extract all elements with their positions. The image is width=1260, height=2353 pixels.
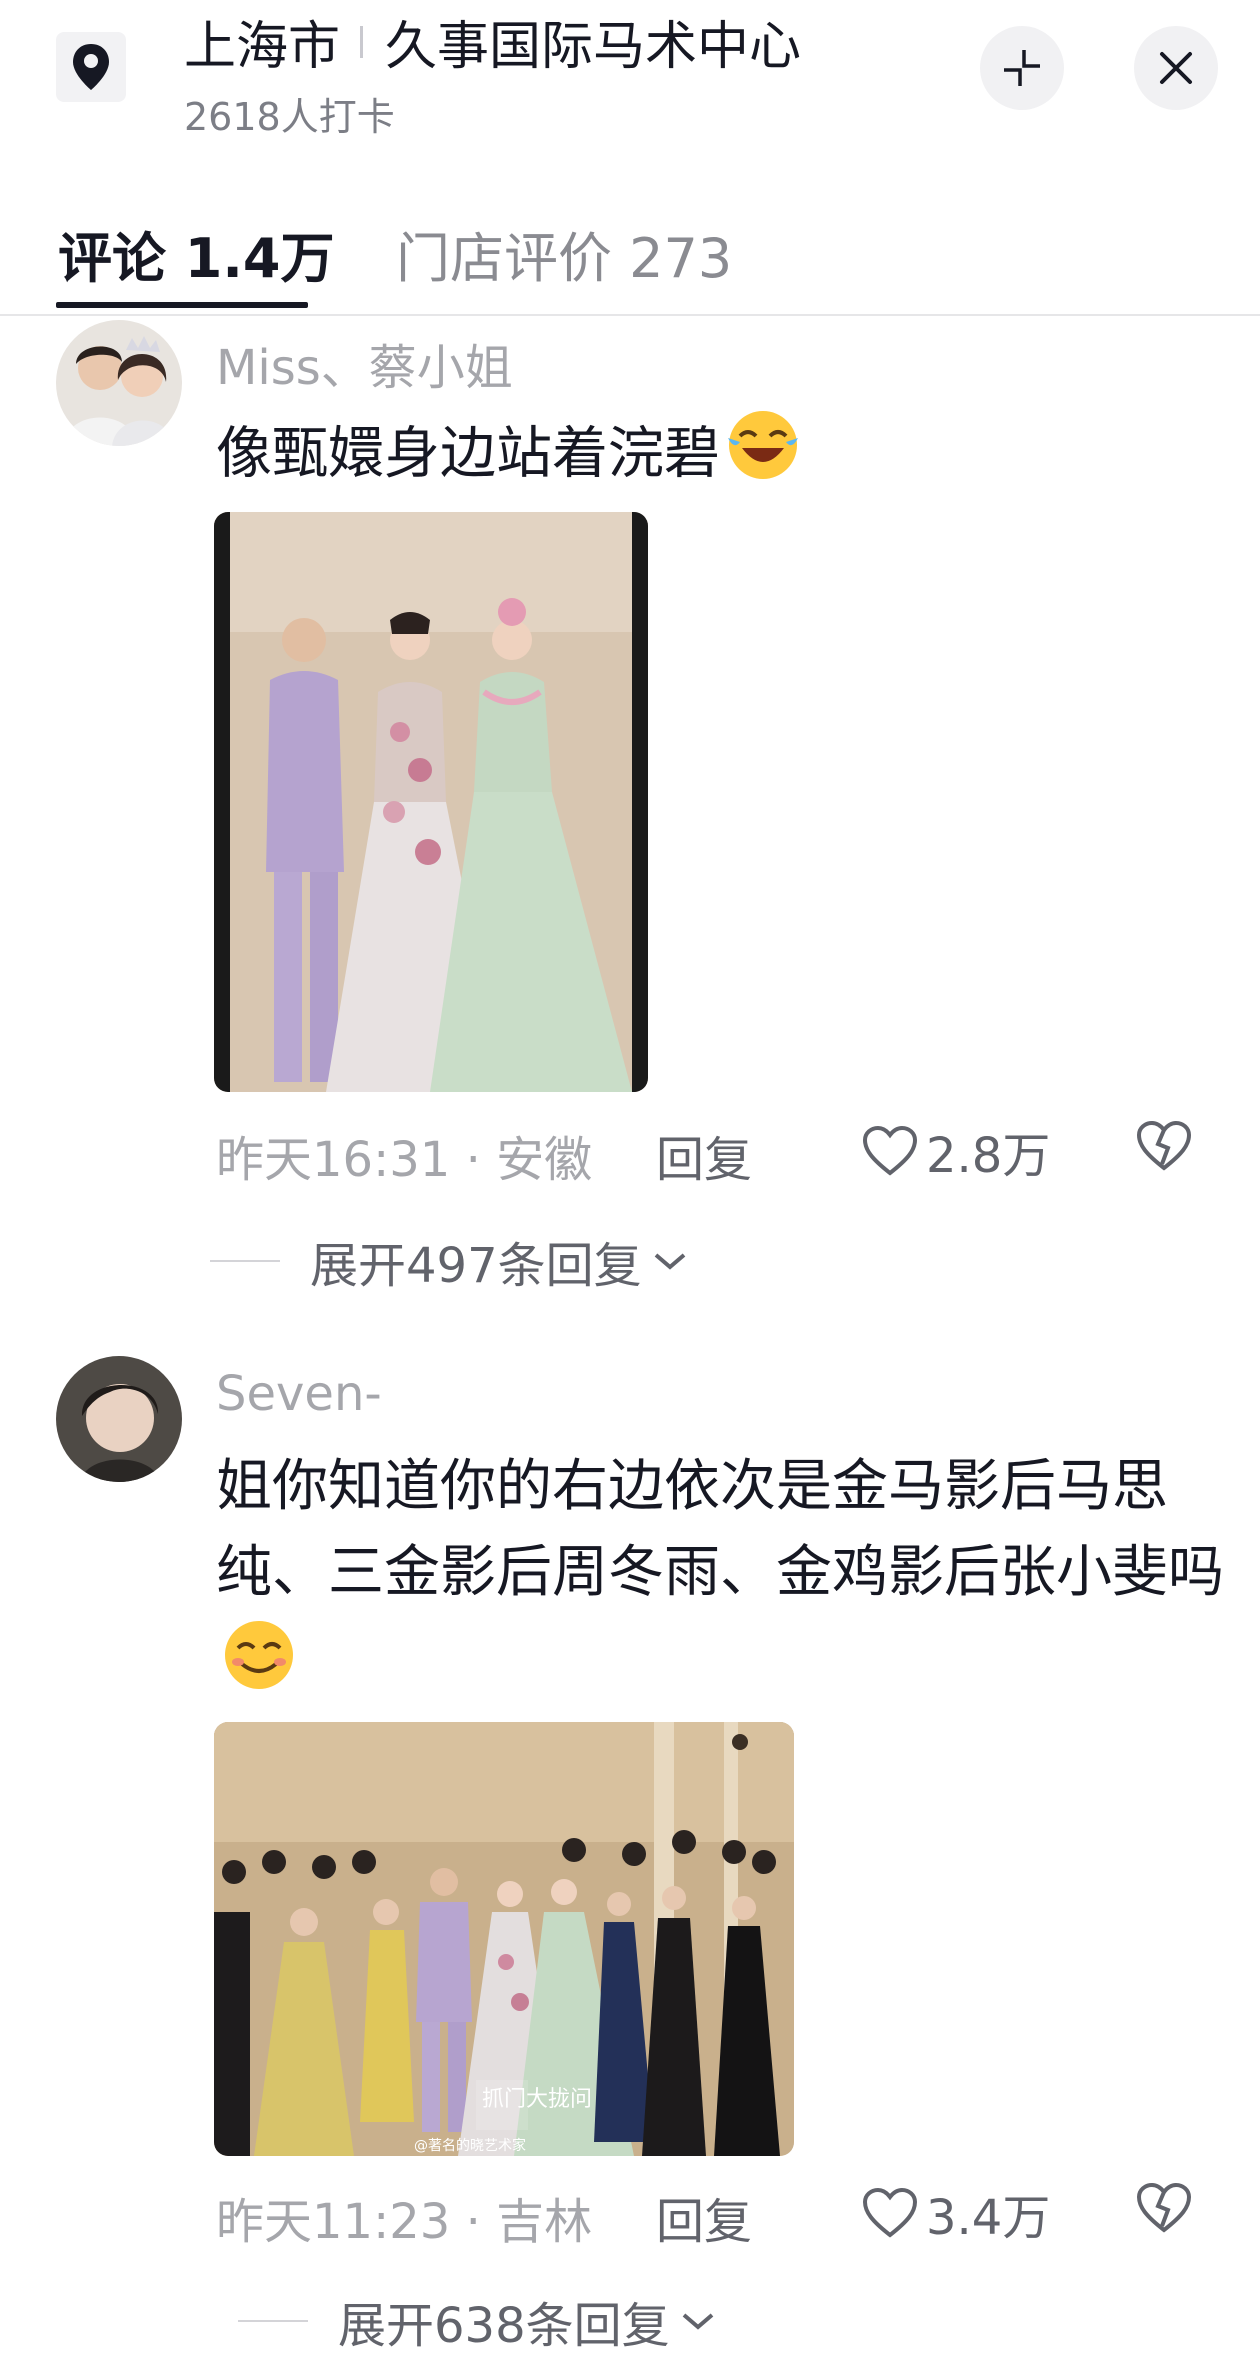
poi-title[interactable]: 上海市 久事国际马术中心: [184, 4, 801, 79]
venue-name: 久事国际马术中心: [385, 17, 802, 77]
divider-dash: [238, 2320, 308, 2322]
laughing-tears-emoji: [724, 406, 802, 509]
tab-store-reviews[interactable]: 门店评价 273: [396, 214, 732, 293]
collapse-icon: [1004, 50, 1040, 86]
comment-text: 像甄嬛身边站着浣碧: [216, 406, 1256, 509]
location-pin-icon[interactable]: [56, 32, 126, 102]
expand-replies[interactable]: 展开638条回复: [238, 2286, 716, 2353]
close-icon: [1160, 52, 1192, 84]
heart-icon: [862, 2187, 918, 2238]
dislike-button[interactable]: [1136, 1120, 1192, 1176]
comment-meta: 昨天16:31 · 安徽: [216, 1132, 593, 1188]
expand-replies-label: 展开497条回复: [310, 1238, 642, 1294]
tab-comments[interactable]: 评论 1.4万: [58, 214, 334, 293]
comment-body: 姐你知道你的右边依次是金马影后马思纯、三金影后周冬雨、金鸡影后张小斐吗: [216, 1454, 1224, 1605]
dislike-button[interactable]: [1136, 2182, 1192, 2238]
photo-watermark: @著名的晓艺术家: [414, 2137, 526, 2154]
comment-text: 姐你知道你的右边依次是金马影后马思纯、三金影后周冬雨、金鸡影后张小斐吗: [216, 1444, 1256, 1719]
like-button[interactable]: 3.4万: [862, 2178, 1050, 2248]
like-count: 3.4万: [926, 2190, 1051, 2246]
active-tab-indicator: [56, 302, 308, 308]
divider-dash: [210, 1260, 280, 1262]
photo-logo: 抓门大拢问: [482, 2087, 592, 2112]
comment-body: 像甄嬛身边站着浣碧: [216, 421, 720, 487]
comment-photo[interactable]: [214, 512, 648, 1092]
comment-photo[interactable]: 抓门大拢问 @著名的晓艺术家: [214, 1722, 794, 2156]
chevron-down-icon: [654, 1253, 685, 1270]
reply-button[interactable]: 回复: [656, 1120, 752, 1190]
chevron-down-icon: [682, 2313, 713, 2330]
comments-page: 上海市 久事国际马术中心 2618人打卡 评论 1.4万 门店评价 273 Mi…: [0, 0, 1260, 2353]
broken-heart-icon: [1136, 1120, 1192, 1171]
checkin-count: 2618人打卡: [184, 95, 395, 139]
like-count: 2.8万: [926, 1128, 1051, 1184]
tabs-divider: [0, 314, 1260, 316]
title-separator: [360, 25, 364, 58]
city-name: 上海市: [184, 17, 341, 77]
comment-username[interactable]: Miss、蔡小姐: [216, 328, 513, 398]
reply-button[interactable]: 回复: [656, 2182, 752, 2252]
heart-icon: [862, 1125, 918, 1176]
poi-header: 上海市 久事国际马术中心 2618人打卡: [0, 0, 1260, 150]
like-button[interactable]: 2.8万: [862, 1116, 1050, 1186]
tab-bar: 评论 1.4万 门店评价 273: [0, 196, 1260, 316]
expand-replies-label: 展开638条回复: [338, 2298, 670, 2353]
collapse-button[interactable]: [980, 26, 1064, 110]
avatar[interactable]: [56, 320, 182, 446]
smiling-emoji: [220, 1616, 298, 1719]
comment-meta: 昨天11:23 · 吉林: [216, 2194, 593, 2250]
avatar[interactable]: [56, 1356, 182, 1482]
expand-replies[interactable]: 展开497条回复: [210, 1226, 688, 1296]
close-button[interactable]: [1134, 26, 1218, 110]
broken-heart-icon: [1136, 2182, 1192, 2233]
comment-username[interactable]: Seven-: [216, 1366, 382, 1422]
